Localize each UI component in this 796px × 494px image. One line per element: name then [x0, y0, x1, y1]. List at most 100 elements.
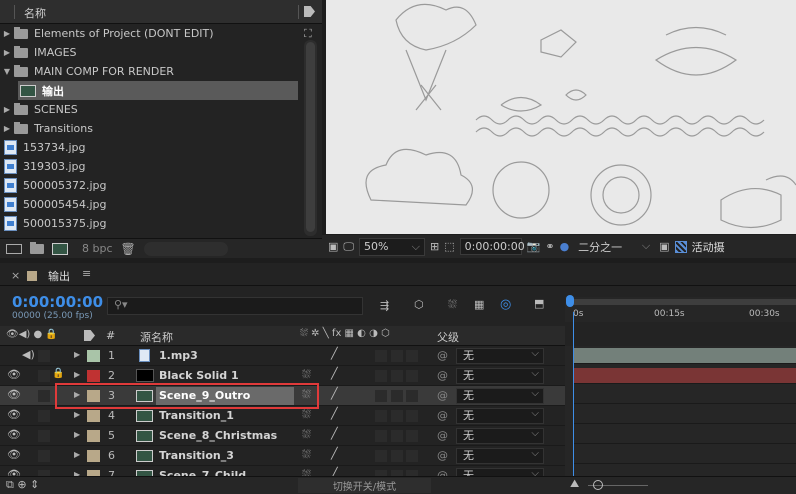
project-item[interactable]: ▶ SCENES [0, 100, 300, 119]
new-comp-icon[interactable] [52, 242, 68, 255]
timeline-search-field[interactable]: ⚲▾ [107, 297, 363, 315]
solo-cell[interactable] [38, 410, 50, 422]
monitor-icon[interactable]: 🖵 [343, 240, 354, 254]
zoom-out-icon[interactable]: ⛰ [570, 477, 579, 491]
layer-color-swatch[interactable] [87, 410, 100, 422]
label-tag-icon[interactable] [84, 330, 95, 341]
switch-cell[interactable] [406, 410, 418, 422]
layer-track-bar[interactable] [574, 348, 796, 364]
pickwhip-icon[interactable]: @ [437, 389, 448, 402]
show-snapshot-icon[interactable]: ⚭ [545, 240, 554, 253]
parent-dropdown[interactable]: 无 [456, 407, 544, 424]
toggle-switches-modes-button[interactable]: 切换开关/模式 [298, 478, 431, 493]
project-item[interactable]: 500015375.jpg [0, 214, 300, 233]
quality-switch-icon[interactable]: ╱ [331, 427, 338, 440]
tab-menu-icon[interactable]: ≡ [82, 267, 91, 280]
pickwhip-icon[interactable]: @ [437, 369, 448, 382]
resolution-dropdown[interactable]: 二分之一 ⌵ [574, 238, 654, 256]
frame-blending-icon[interactable]: ▦ [474, 298, 484, 311]
shy-icon[interactable]: ⛆ [448, 298, 457, 312]
project-search-field[interactable] [143, 241, 228, 256]
layer-track-bar[interactable] [574, 448, 796, 464]
visibility-eye-icon[interactable]: 👁 [7, 448, 21, 461]
layer-name[interactable]: Transition_1 [159, 409, 234, 422]
pickwhip-icon[interactable]: @ [437, 449, 448, 462]
pickwhip-icon[interactable]: @ [437, 429, 448, 442]
expand-layer-icon[interactable]: ▶ [74, 410, 80, 419]
switch-cell[interactable] [391, 410, 403, 422]
audio-icon[interactable]: ◀) [22, 348, 35, 361]
graph-editor-icon[interactable]: ⬒ [534, 297, 544, 310]
column-name-header[interactable]: 名称 [24, 5, 46, 21]
switch-cell[interactable] [406, 390, 418, 402]
timeline-timecode[interactable]: 0:00:00:00 [12, 293, 103, 311]
timeline-tab-label[interactable]: 输出 [48, 268, 70, 284]
expand-layer-icon[interactable]: ▶ [74, 370, 80, 379]
solo-cell[interactable] [38, 370, 50, 382]
layer-name[interactable]: 1.mp3 [159, 349, 198, 362]
switch-cell[interactable] [391, 430, 403, 442]
zoom-slider-thumb[interactable] [593, 480, 603, 490]
region-icon[interactable]: ⬚ [444, 240, 454, 253]
pickwhip-icon[interactable]: @ [437, 409, 448, 422]
trash-icon[interactable]: 🗑 [121, 242, 136, 256]
layer-name[interactable]: Scene_8_Christmas [159, 429, 277, 442]
lock-icon[interactable]: 🔒 [52, 368, 64, 379]
switch-cell[interactable] [375, 410, 387, 422]
color-channel-icon[interactable]: ● [560, 240, 570, 253]
project-item[interactable]: 500005372.jpg [0, 176, 300, 195]
shy-switch-icon[interactable]: ⛆ [302, 368, 311, 382]
project-item[interactable]: 153734.jpg [0, 138, 300, 157]
shy-switch-icon[interactable]: ⛆ [302, 408, 311, 422]
shy-switch-icon[interactable]: ⛆ [302, 448, 311, 462]
quality-switch-icon[interactable]: ╱ [331, 347, 338, 360]
column-parent-header[interactable]: 父级 [437, 329, 459, 345]
project-item[interactable]: ▶ Transitions [0, 119, 300, 138]
switch-cell[interactable] [406, 450, 418, 462]
playhead[interactable] [573, 312, 574, 477]
switch-cell[interactable] [406, 430, 418, 442]
camera-dropdown[interactable]: 活动摄 [692, 239, 725, 255]
solo-cell[interactable] [38, 350, 50, 362]
layer-row[interactable]: 👁 ▶ 5 Scene_8_Christmas ⛆ ╱ @ 无 [0, 426, 565, 446]
layer-row[interactable]: 👁 ▶ 4 Transition_1 ⛆ ╱ @ 无 [0, 406, 565, 426]
layer-name[interactable]: Black Solid 1 [159, 369, 239, 382]
column-source-header[interactable]: 源名称 [140, 329, 173, 345]
quality-switch-icon[interactable]: ╱ [331, 387, 338, 400]
layer-track-bar[interactable] [574, 388, 796, 404]
parent-dropdown[interactable]: 无 [456, 387, 544, 404]
layer-track-bar[interactable] [574, 368, 796, 384]
transparency-grid-icon[interactable] [674, 240, 687, 253]
visibility-eye-icon[interactable]: 👁 [7, 428, 21, 441]
close-tab-icon[interactable]: × [11, 269, 20, 282]
new-folder-icon[interactable] [30, 241, 44, 254]
project-scrollbar[interactable] [304, 40, 317, 236]
parent-dropdown[interactable]: 无 [456, 367, 544, 384]
work-area-bar[interactable] [569, 299, 796, 305]
expand-layer-icon[interactable]: ▶ [74, 450, 80, 459]
expand-down-icon[interactable]: ▼ [0, 67, 14, 76]
layer-row[interactable]: 👁 ▶ 6 Transition_3 ⛆ ╱ @ 无 [0, 446, 565, 466]
label-tag-icon[interactable] [304, 6, 315, 17]
expand-right-icon[interactable]: ▶ [0, 29, 14, 38]
fit-icon[interactable]: ⊞ [430, 240, 439, 253]
switch-cell[interactable] [375, 370, 387, 382]
layer-color-swatch[interactable] [87, 450, 100, 462]
flowchart-icon[interactable]: ⛶ [304, 27, 312, 41]
parent-dropdown[interactable]: 无 [456, 347, 544, 364]
expand-right-icon[interactable]: ▶ [0, 105, 14, 114]
project-item[interactable]: 319303.jpg [0, 157, 300, 176]
switch-cell[interactable] [375, 450, 387, 462]
zoom-dropdown[interactable]: 50% ⌵ [359, 237, 426, 256]
switch-cell[interactable] [375, 350, 387, 362]
expand-layer-icon[interactable]: ▶ [74, 430, 80, 439]
viewer-timecode[interactable]: 0:00:00:00 [459, 238, 525, 255]
draft-3d-icon[interactable]: ⬡ [414, 298, 424, 311]
always-preview-icon[interactable]: ▣ [328, 240, 338, 253]
layer-row[interactable]: ◀) ▶ 1 1.mp3 ╱ @ 无 [0, 346, 565, 366]
switch-cell[interactable] [391, 350, 403, 362]
layer-name[interactable]: Transition_3 [159, 449, 234, 462]
motion-blur-icon[interactable]: ◎ [500, 297, 511, 312]
layer-color-swatch[interactable] [87, 430, 100, 442]
work-area-start-handle[interactable] [566, 295, 574, 307]
